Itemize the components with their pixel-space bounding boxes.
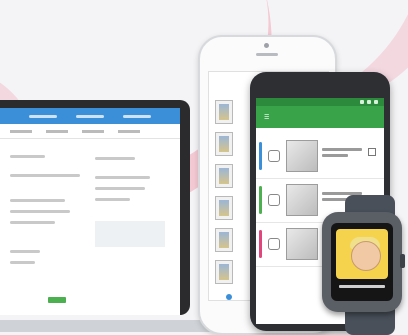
pictogram <box>219 264 229 280</box>
smartwatch-device <box>322 212 405 312</box>
grid-icon <box>268 238 280 250</box>
text-line <box>10 210 70 213</box>
toolbar-item[interactable] <box>46 129 68 133</box>
list-item[interactable] <box>215 164 233 188</box>
list-item[interactable] <box>215 228 233 252</box>
category-stripe <box>259 230 262 258</box>
pictogram <box>286 184 318 216</box>
text-line <box>95 187 145 190</box>
bell-icon <box>268 150 280 162</box>
child-face-image <box>351 241 381 271</box>
watch-screen <box>331 223 393 301</box>
text-line <box>10 221 55 224</box>
text-line <box>10 250 40 253</box>
laptop-toolbar <box>0 124 180 139</box>
category-stripe <box>259 186 262 214</box>
list-item[interactable] <box>256 134 384 179</box>
laptop-bezel <box>0 100 190 315</box>
list-item[interactable] <box>215 260 233 284</box>
toolbar-item[interactable] <box>118 129 140 133</box>
text-line <box>10 174 80 177</box>
laptop-side-panel <box>95 149 165 247</box>
pictogram <box>286 228 318 260</box>
status-bar <box>256 98 384 106</box>
pictogram <box>219 232 229 248</box>
checkbox[interactable] <box>368 148 376 156</box>
header-nav-item[interactable] <box>29 114 58 118</box>
header-nav-item[interactable] <box>75 114 104 118</box>
pictogram <box>219 200 229 216</box>
watch-crown-button[interactable] <box>400 254 405 268</box>
list-item[interactable] <box>215 196 233 220</box>
tab-indicator[interactable] <box>226 294 232 300</box>
app-toolbar: ☰ <box>256 106 384 128</box>
text-line <box>10 261 35 264</box>
laptop-app-header <box>0 108 180 124</box>
category-stripe <box>259 142 262 170</box>
camera <box>264 43 269 48</box>
text-line <box>95 198 130 201</box>
pictogram <box>219 104 229 120</box>
text-line <box>322 148 362 151</box>
copy-icon <box>268 194 280 206</box>
pictogram <box>219 168 229 184</box>
pictogram-card[interactable] <box>336 229 388 279</box>
laptop-content <box>0 139 180 303</box>
header-nav-item[interactable] <box>122 114 151 118</box>
text-line <box>322 154 348 157</box>
pictogram <box>219 136 229 152</box>
text-line <box>10 199 65 202</box>
laptop-screen <box>0 108 180 315</box>
status-badge[interactable] <box>48 297 66 303</box>
caption-line <box>339 285 385 288</box>
laptop-device <box>0 100 195 315</box>
speaker <box>256 53 278 56</box>
list-item[interactable] <box>215 100 233 124</box>
toolbar-item[interactable] <box>82 129 104 133</box>
text-line <box>95 176 150 179</box>
text-line <box>10 155 45 158</box>
content-box <box>95 221 165 247</box>
pictogram <box>286 140 318 172</box>
menu-icon[interactable]: ☰ <box>264 114 269 121</box>
toolbar-item[interactable] <box>10 129 32 133</box>
list-item[interactable] <box>215 132 233 156</box>
text-line <box>95 157 135 160</box>
